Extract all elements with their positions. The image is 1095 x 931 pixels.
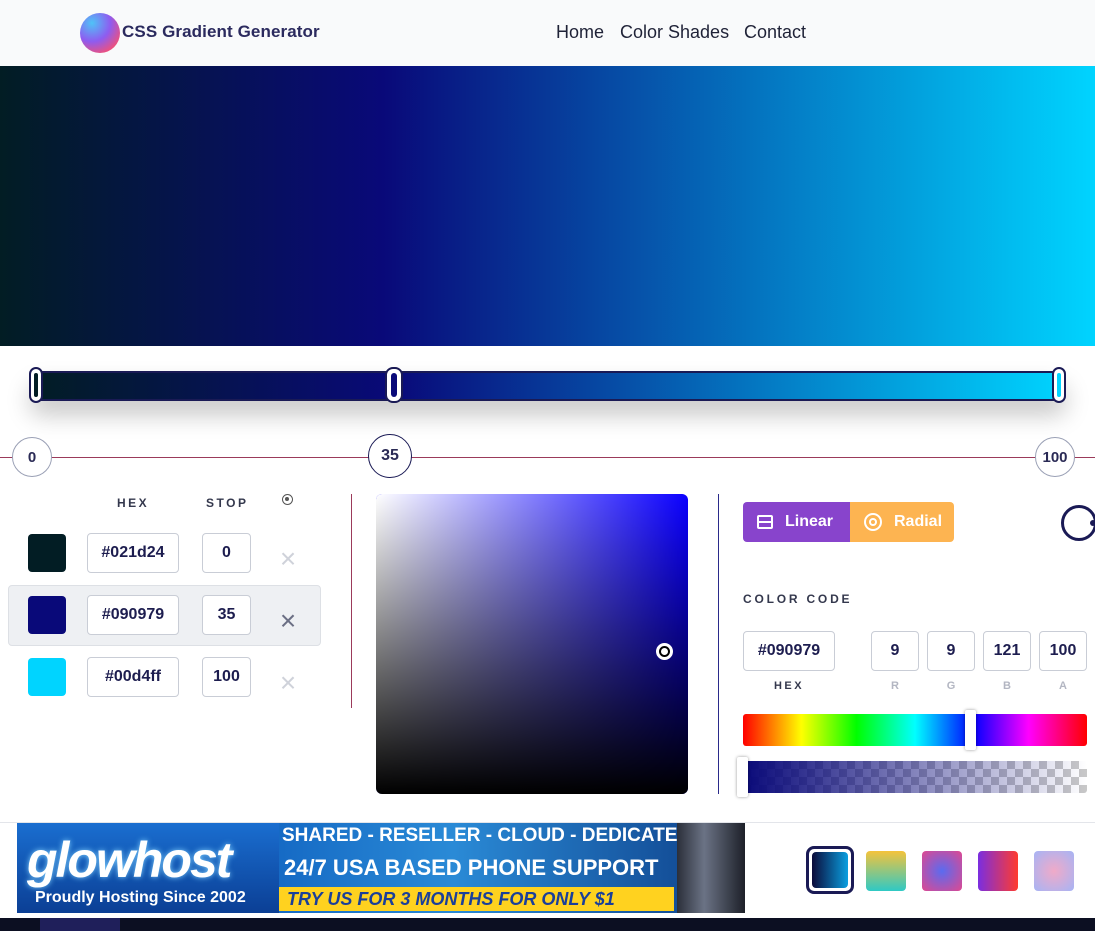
alpha-slider[interactable] xyxy=(743,761,1087,793)
stop-swatch-0[interactable] xyxy=(28,534,66,572)
divider-left xyxy=(351,494,352,708)
picker-cursor[interactable] xyxy=(656,643,673,660)
remove-stop-icon-0[interactable]: × xyxy=(276,545,300,573)
stop-value-input-2[interactable]: 100 xyxy=(202,657,251,697)
preset-swatch-3[interactable] xyxy=(978,851,1018,891)
saturation-value-picker[interactable] xyxy=(376,494,688,794)
nav-home[interactable]: Home xyxy=(556,22,604,43)
color-g-input[interactable]: 9 xyxy=(927,631,975,671)
stop-handle-1[interactable] xyxy=(385,367,403,403)
nav-contact[interactable]: Contact xyxy=(744,22,806,43)
divider-right xyxy=(718,494,719,794)
radial-icon xyxy=(864,513,882,531)
color-code-label: COLOR CODE xyxy=(743,592,853,606)
stop-position-axis xyxy=(0,457,1095,458)
stop-position-marker-1[interactable]: 35 xyxy=(368,434,412,478)
linear-button[interactable]: Linear xyxy=(743,502,850,542)
color-hex-input[interactable]: #090979 xyxy=(743,631,835,671)
g-input-label: G xyxy=(946,680,956,692)
remove-stop-icon-2[interactable]: × xyxy=(276,669,300,697)
target-icon xyxy=(282,494,293,505)
preset-swatch-1[interactable] xyxy=(866,851,906,891)
hex-input-label: HEX xyxy=(773,680,805,692)
nav-color-shades[interactable]: Color Shades xyxy=(620,22,729,43)
stop-value-input-1[interactable]: 35 xyxy=(202,595,251,635)
linear-icon xyxy=(757,515,773,529)
stop-column-header: STOP xyxy=(206,496,249,510)
radial-label: Radial xyxy=(894,513,943,530)
stop-position-marker-2[interactable]: 100 xyxy=(1035,437,1075,477)
stop-swatch-1[interactable] xyxy=(28,596,66,634)
ad-line-3: TRY US FOR 3 MONTHS FOR ONLY $1 xyxy=(287,889,615,909)
remove-stop-icon-1[interactable]: × xyxy=(276,607,300,635)
radial-button[interactable]: Radial xyxy=(850,502,954,542)
hue-slider[interactable] xyxy=(743,714,1087,746)
logo-text[interactable]: CSS Gradient Generator xyxy=(122,22,320,42)
gradient-slider-track[interactable] xyxy=(30,371,1066,401)
preset-swatch-2[interactable] xyxy=(922,851,962,891)
stop-hex-input-0[interactable]: #021d24 xyxy=(87,533,179,573)
hex-column-header: HEX xyxy=(117,496,150,510)
preset-swatch-4[interactable] xyxy=(1034,851,1074,891)
hue-slider-handle[interactable] xyxy=(965,710,976,750)
b-input-label: B xyxy=(1003,680,1011,692)
stop-hex-input-1[interactable]: #090979 xyxy=(87,595,179,635)
ad-line-1: SHARED - RESELLER - CLOUD - DEDICATED xyxy=(282,825,692,846)
r-input-label: R xyxy=(891,680,899,692)
preset-swatch-0[interactable] xyxy=(806,846,854,894)
server-image xyxy=(677,823,745,913)
footer-bar xyxy=(0,918,1095,931)
stop-hex-input-2[interactable]: #00d4ff xyxy=(87,657,179,697)
ad-since-text: Proudly Hosting Since 2002 xyxy=(35,889,246,906)
alpha-slider-handle[interactable] xyxy=(737,757,748,797)
ad-line-2: 24/7 USA BASED PHONE SUPPORT xyxy=(284,855,659,880)
ad-banner[interactable]: glowhost Proudly Hosting Since 2002 SHAR… xyxy=(17,823,745,913)
linear-label: Linear xyxy=(785,513,834,530)
color-b-input[interactable]: 121 xyxy=(983,631,1031,671)
color-r-input[interactable]: 9 xyxy=(871,631,919,671)
logo-icon[interactable] xyxy=(80,13,120,53)
stop-handle-2[interactable] xyxy=(1052,367,1066,403)
color-a-input[interactable]: 100 xyxy=(1039,631,1087,671)
angle-dial-icon[interactable] xyxy=(1061,505,1095,541)
a-input-label: A xyxy=(1059,680,1067,692)
stop-value-input-0[interactable]: 0 xyxy=(202,533,251,573)
gradient-preview xyxy=(0,66,1095,346)
stop-handle-0[interactable] xyxy=(29,367,43,403)
stop-swatch-2[interactable] xyxy=(28,658,66,696)
ad-logo: glowhost xyxy=(27,832,232,888)
stop-position-marker-0[interactable]: 0 xyxy=(12,437,52,477)
